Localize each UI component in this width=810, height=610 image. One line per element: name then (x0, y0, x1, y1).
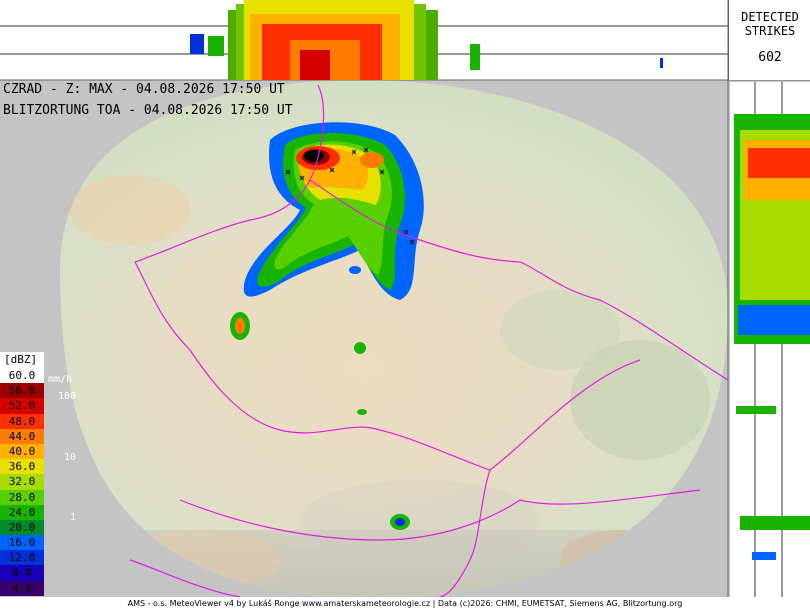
legend-scale: 60.0 56.0 52.0 48.0 44.0 40.0 36.0 32.0 28.0 24.0… (0, 368, 44, 596)
dbz-legend: [dBZ] 60.0 56.0 52.0 48.0 44.0 40.0 36.0 32.0 28… (0, 352, 44, 596)
rate-label-100: 100 (58, 391, 77, 402)
legend-level: 60.0 (0, 368, 44, 384)
strikes-label-line1: DETECTED (741, 10, 799, 24)
legend-level: 8.0 (0, 565, 44, 581)
legend-level: 32.0 (0, 474, 44, 490)
legend-level: 28.0 (0, 489, 44, 505)
rate-label-10: 10 (64, 452, 77, 463)
legend-level: 56.0 (0, 383, 44, 399)
legend-level: 20.0 (0, 519, 44, 536)
legend-level: 12.0 (0, 550, 44, 566)
lightning-title: BLITZORTUNG TOA - 04.08.2026 17:50 UT (3, 103, 293, 118)
legend-level: 44.0 (0, 428, 44, 444)
strikes-label-line2: STRIKES (744, 24, 796, 38)
legend-unit: [dBZ] (0, 352, 44, 368)
strikes-panel: DETECTED STRIKES 602 (728, 0, 810, 80)
rate-label-1: 1 (70, 512, 77, 523)
legend-level: 48.0 (0, 413, 44, 429)
legend-level: 52.0 (0, 398, 44, 414)
radar-title: CZRAD - Z: MAX - 04.08.2026 17:50 UT (3, 82, 285, 97)
legend-level: 24.0 (0, 504, 44, 520)
legend-level: 40.0 (0, 443, 44, 460)
strikes-count: 602 (758, 50, 782, 65)
legend-level: 16.0 (0, 535, 44, 551)
legend-level: 36.0 (0, 459, 44, 475)
legend-level: 4.0 (0, 580, 44, 596)
strikes-label: DETECTED STRIKES (729, 10, 810, 38)
footer-credits: AMS - o.s. MeteoViewer v4 by Lukáš Ronge… (0, 597, 810, 610)
rate-unit-label: mm/h (48, 374, 73, 385)
